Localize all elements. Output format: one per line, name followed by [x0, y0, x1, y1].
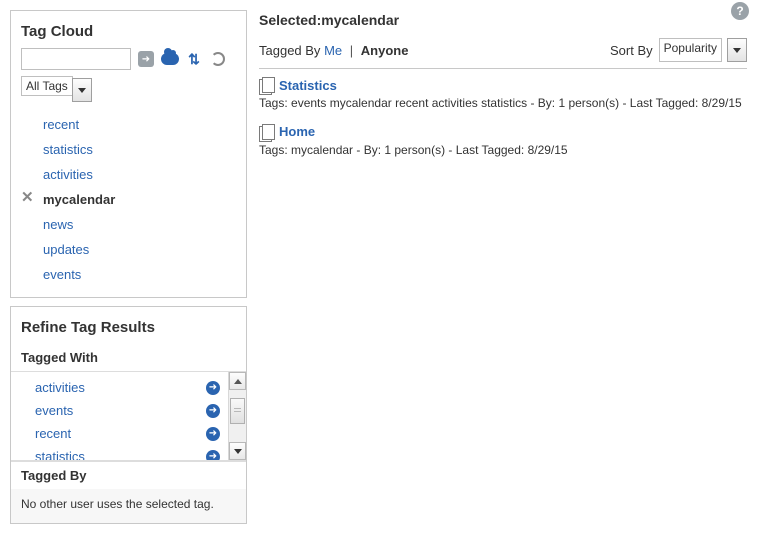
add-tag-icon[interactable]: ➜ [206, 381, 220, 395]
sort-by-dropdown-button[interactable] [727, 38, 747, 62]
tag-list: recent statistics activities ✕ mycalenda… [21, 112, 236, 287]
sort-by-select[interactable]: Popularity [659, 38, 722, 62]
refine-panel: Refine Tag Results Tagged With activitie… [10, 306, 247, 524]
tag-filter-dropdown-button[interactable] [72, 78, 92, 102]
refine-title: Refine Tag Results [11, 307, 246, 344]
tag-label: news [43, 217, 73, 232]
selected-value: mycalendar [321, 12, 399, 28]
tagged-by-label: Tagged By [259, 43, 320, 58]
add-tag-icon[interactable]: ➜ [206, 404, 220, 418]
tagged-by-heading: Tagged By [11, 461, 246, 489]
tag-label: statistics [43, 142, 93, 157]
tag-cloud-panel: Tag Cloud ➜ ⇅ All Tags recent [10, 10, 247, 298]
tag-item[interactable]: activities [43, 162, 236, 187]
refine-item-label: activities [35, 380, 85, 395]
result-item: Home Tags: mycalendar - By: 1 person(s) … [259, 124, 747, 159]
tag-cloud-title: Tag Cloud [11, 11, 246, 48]
cloud-icon[interactable] [161, 50, 179, 68]
result-meta: Tags: mycalendar - By: 1 person(s) - Las… [259, 142, 747, 159]
selected-prefix: Selected: [259, 12, 321, 28]
tag-search-input[interactable] [21, 48, 131, 70]
result-title-link[interactable]: Home [279, 124, 315, 139]
tagged-with-list-wrap: activities ➜ events ➜ recent ➜ statistic… [11, 371, 246, 461]
scroll-up-button[interactable] [229, 372, 246, 390]
page-icon [259, 77, 273, 93]
add-tag-icon[interactable]: ➜ [206, 450, 220, 461]
tagged-with-list: activities ➜ events ➜ recent ➜ statistic… [11, 372, 228, 460]
tag-item[interactable]: events [43, 262, 236, 287]
add-tag-icon[interactable]: ➜ [206, 427, 220, 441]
sort-by-label: Sort By [610, 43, 653, 58]
refine-item-label: statistics [35, 449, 85, 460]
tag-search-row: ➜ ⇅ [21, 48, 236, 70]
sort-icon[interactable]: ⇅ [185, 50, 203, 68]
scroll-thumb[interactable] [230, 398, 245, 424]
refine-item-label: recent [35, 426, 71, 441]
result-title-link[interactable]: Statistics [279, 78, 337, 93]
result-item: Statistics Tags: events mycalendar recen… [259, 77, 747, 112]
refine-scrollbar[interactable] [228, 372, 246, 460]
tag-item[interactable]: recent [43, 112, 236, 137]
refresh-icon[interactable] [209, 50, 227, 68]
refine-item[interactable]: activities ➜ [35, 376, 220, 399]
tagged-by-empty-message: No other user uses the selected tag. [11, 489, 246, 523]
remove-tag-icon[interactable]: ✕ [21, 191, 35, 205]
selected-line: Selected:mycalendar [259, 12, 747, 28]
tag-filter-row: All Tags [21, 78, 236, 102]
refine-item[interactable]: statistics ➜ [35, 445, 220, 460]
tagged-by-anyone: Anyone [361, 43, 409, 58]
tagged-by-filter: Tagged By Me | Anyone [259, 43, 408, 58]
filter-sort-row: Tagged By Me | Anyone Sort By Popularity [259, 38, 747, 62]
scroll-down-button[interactable] [229, 442, 246, 460]
tag-label: activities [43, 167, 93, 182]
tag-filter-select[interactable]: All Tags [21, 76, 73, 96]
main-content: ? Selected:mycalendar Tagged By Me | Any… [259, 10, 747, 532]
tag-item-selected[interactable]: ✕ mycalendar [43, 187, 236, 212]
tag-label: updates [43, 242, 89, 257]
tag-item[interactable]: news [43, 212, 236, 237]
tag-label: recent [43, 117, 79, 132]
tag-label: mycalendar [43, 192, 115, 207]
tagged-by-me-link[interactable]: Me [324, 43, 342, 58]
page-icon [259, 124, 273, 140]
divider [259, 68, 747, 69]
result-meta: Tags: events mycalendar recent activitie… [259, 95, 747, 112]
go-icon[interactable]: ➜ [137, 50, 155, 68]
sort-by: Sort By Popularity [610, 38, 747, 62]
refine-item[interactable]: recent ➜ [35, 422, 220, 445]
tag-item[interactable]: updates [43, 237, 236, 262]
refine-item[interactable]: events ➜ [35, 399, 220, 422]
tagged-with-heading: Tagged With [11, 344, 246, 371]
tag-item[interactable]: statistics [43, 137, 236, 162]
separator: | [350, 43, 353, 58]
refine-item-label: events [35, 403, 73, 418]
help-icon[interactable]: ? [731, 2, 749, 20]
tag-label: events [43, 267, 81, 282]
